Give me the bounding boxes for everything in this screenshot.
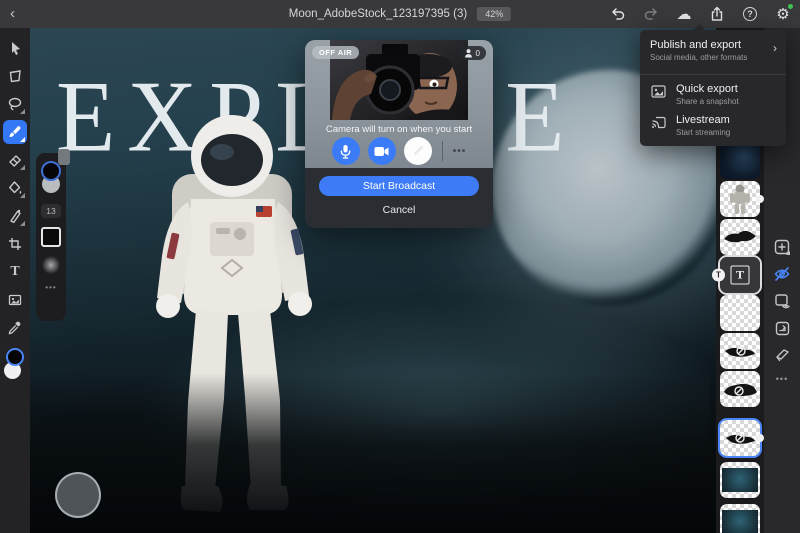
crocodile-thumb-icon	[720, 219, 760, 255]
camera-caption: Camera will turn on when you start	[305, 124, 493, 135]
layer-handle-dot[interactable]	[756, 195, 764, 203]
layer-handle-dot[interactable]	[756, 434, 764, 442]
visibility-off-icon[interactable]	[773, 265, 791, 283]
help-icon[interactable]: ?	[741, 5, 759, 23]
menu-divider	[640, 74, 786, 75]
layer-sunglasses-selected[interactable]	[720, 420, 760, 456]
transform-layer-icon[interactable]	[773, 319, 791, 337]
ground-artwork	[0, 373, 800, 533]
settings-gear-icon[interactable]: ⚙	[774, 5, 792, 23]
undo-icon[interactable]	[609, 5, 627, 23]
layer-teal-scene-2[interactable]	[720, 504, 760, 533]
foreground-color-swatch[interactable]	[6, 348, 24, 366]
menu-item-quick-export[interactable]: Quick export Share a snapshot	[676, 83, 739, 106]
top-bar: ‹ Moon_AdobeStock_123197395 (3) 42% ☁ ? …	[0, 0, 800, 28]
retouch-tool[interactable]	[3, 204, 27, 228]
car-thumb-icon	[720, 371, 760, 407]
lasso-tool[interactable]	[3, 92, 27, 116]
document-title: Moon_AdobeStock_123197395 (3)	[289, 8, 467, 20]
livestream-broadcast-dialog: OFF AIR 0 Camera will turn on when you s…	[305, 40, 493, 228]
place-image-tool[interactable]	[3, 288, 27, 312]
type-tool[interactable]: T	[3, 260, 27, 284]
primary-color-swatch[interactable]	[41, 161, 61, 181]
text-layer-thumb: T	[731, 266, 750, 285]
brush-hardness-preview[interactable]	[42, 256, 60, 274]
microphone-toggle-button[interactable]	[332, 137, 360, 165]
controls-divider	[442, 141, 443, 161]
brush-shape-preview[interactable]	[41, 227, 61, 247]
astronaut-thumb-icon	[720, 181, 760, 217]
chevron-right-icon: ›	[773, 42, 777, 54]
back-chevron-icon[interactable]: ‹	[10, 4, 15, 24]
broadcast-controls: •••	[305, 137, 493, 165]
draw-toggle-button[interactable]	[404, 137, 432, 165]
brush-more-icon[interactable]: •••	[45, 283, 56, 292]
layer-headline-text[interactable]: T T	[720, 257, 760, 293]
touch-shortcut-button[interactable]	[55, 472, 101, 518]
top-bar-actions: ☁ ? ⚙	[609, 0, 792, 28]
broadcast-preview-section: OFF AIR 0 Camera will turn on when you s…	[305, 40, 493, 168]
layer-properties-icon[interactable]	[773, 292, 791, 310]
layer-empty[interactable]	[720, 295, 760, 331]
eraser-tool[interactable]	[3, 148, 27, 172]
zoom-level-badge[interactable]: 42%	[477, 7, 511, 21]
menu-item-livestream[interactable]: Livestream Start streaming	[676, 114, 730, 137]
sunglasses-thumb-icon	[720, 420, 760, 456]
brush-size-value[interactable]: 13	[41, 204, 61, 218]
photoshop-app-window: EXPLORE	[0, 0, 800, 533]
layer-moon-sky[interactable]	[720, 143, 760, 179]
cancel-button[interactable]: Cancel	[305, 204, 493, 216]
share-export-menu: Publish and export Social media, other f…	[640, 30, 786, 146]
livestream-icon	[651, 116, 667, 130]
layer-crocodile-shadow[interactable]	[720, 219, 760, 255]
layer-astronaut[interactable]	[720, 181, 760, 217]
layer-sunglasses-hidden[interactable]	[720, 333, 760, 369]
layer-teal-scene[interactable]	[720, 462, 760, 498]
crop-tool[interactable]	[3, 232, 27, 256]
layer-effects-icon[interactable]	[773, 345, 791, 363]
paint-brush-tool[interactable]	[3, 120, 27, 144]
more-options-button[interactable]: •••	[453, 146, 467, 157]
cloud-sync-icon[interactable]: ☁	[675, 5, 693, 23]
layer-car-hidden[interactable]	[720, 371, 760, 407]
document-title-group: Moon_AdobeStock_123197395 (3) 42%	[289, 0, 511, 28]
start-broadcast-button[interactable]: Start Broadcast	[319, 176, 479, 196]
broadcast-actions-section: Start Broadcast Cancel	[305, 168, 493, 228]
sunglasses-thumb-icon	[720, 333, 760, 369]
viewer-count-badge: 0	[458, 46, 486, 60]
status-dot	[788, 4, 793, 9]
text-layer-badge: T	[712, 269, 725, 282]
eyedropper-tool[interactable]	[3, 316, 27, 340]
image-icon	[651, 85, 667, 99]
transform-tool[interactable]	[3, 64, 27, 88]
fill-tool[interactable]	[3, 176, 27, 200]
tools-sidebar: T	[0, 28, 30, 533]
brush-color-pair[interactable]	[39, 161, 63, 195]
person-icon	[464, 48, 473, 58]
move-tool[interactable]	[3, 36, 27, 60]
layer-more-icon[interactable]: •••	[773, 370, 791, 388]
add-layer-icon[interactable]	[773, 238, 791, 256]
menu-item-publish-export[interactable]: Publish and export Social media, other f…	[650, 39, 766, 62]
share-export-icon[interactable]	[708, 5, 726, 23]
brush-options-panel: 13 •••	[36, 153, 66, 321]
off-air-badge: OFF AIR	[312, 46, 359, 59]
video-camera-toggle-button[interactable]	[368, 137, 396, 165]
redo-icon[interactable]	[642, 5, 660, 23]
color-swatches[interactable]	[3, 348, 27, 384]
